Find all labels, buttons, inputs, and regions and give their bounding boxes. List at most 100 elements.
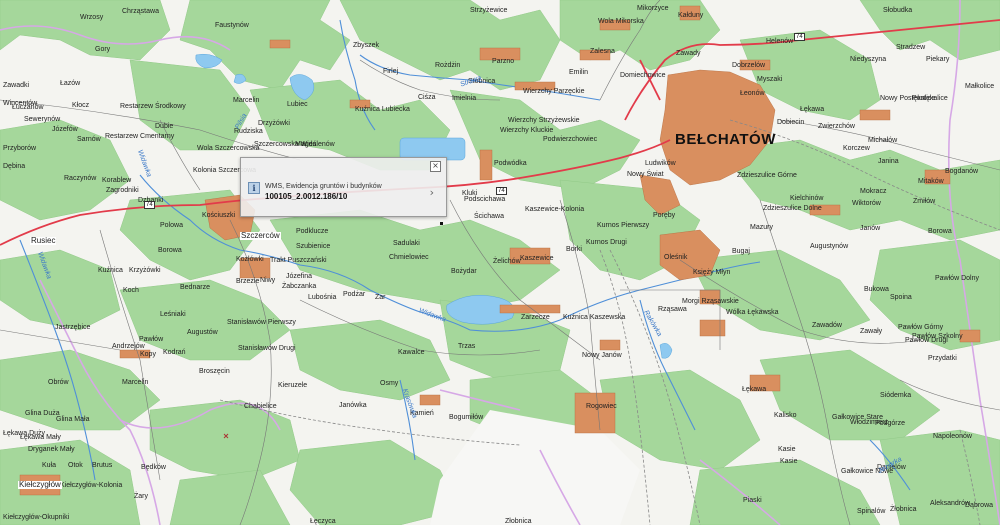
place-label: Emilin: [569, 69, 589, 76]
place-label: Zagrodniki: [106, 187, 139, 194]
place-label: Wierzchy Parzęckie: [523, 88, 585, 95]
place-label: Wola Mikorska: [598, 18, 644, 25]
place-label: Żelichów: [493, 258, 521, 265]
place-label: Kieruzele: [278, 382, 308, 389]
place-label: Wrzosy: [80, 14, 104, 21]
place-label: Zmiłów: [913, 198, 936, 205]
town-label: Rusiec: [30, 236, 57, 245]
place-label: Pawłów Dolny: [935, 275, 979, 282]
place-label: Wólka Łękawska: [726, 309, 779, 316]
place-label: Krzyżówki: [129, 267, 161, 274]
place-label: Dubie: [155, 123, 174, 130]
place-label: Łazów: [60, 80, 81, 87]
place-label: Firlej: [383, 68, 399, 75]
map-view[interactable]: Wrzosy Chrząstawa Faustynów Gory Kuźnica Lub…: [0, 0, 1000, 525]
place-label: Stradzew: [896, 44, 926, 51]
place-label: Żabczanka: [282, 283, 317, 290]
place-label: Kiełczygłów-Okupniki: [3, 514, 70, 521]
place-label: Chabielice: [244, 403, 277, 410]
place-label: Niwy: [260, 277, 276, 284]
place-label: Korablew: [102, 177, 132, 184]
place-label: Faustynów: [215, 22, 249, 29]
place-label: Łękawa: [742, 386, 767, 393]
place-label: Zbyszek: [353, 42, 380, 49]
place-label: Polowa: [160, 222, 183, 229]
place-label: Ciśza: [418, 94, 436, 101]
place-label: Otok: [68, 462, 83, 469]
place-label: Rząsawa: [658, 306, 687, 313]
place-label: Niedyszyna: [850, 56, 887, 63]
place-label: Pawłów Górny: [898, 324, 944, 331]
place-label: Restarzew Cmentarny: [105, 133, 175, 140]
place-label: Kawalce: [398, 349, 425, 356]
place-label: Zdzieszulice Dolne: [763, 205, 822, 212]
place-label: Glina Duża: [25, 410, 60, 417]
place-label: Podwódka: [494, 160, 527, 167]
identify-popup[interactable]: × i WMS, Ewidencja gruntów i budynków 10…: [240, 157, 447, 217]
info-icon: i: [248, 182, 260, 194]
place-label: Żłobnica: [890, 506, 917, 513]
place-label: Księży Młyn: [693, 269, 731, 276]
place-label: Zawadów: [812, 322, 842, 329]
place-label: Michałów: [868, 137, 898, 144]
chevron-right-icon[interactable]: ›: [430, 186, 434, 199]
road-number: 74: [144, 201, 155, 209]
popup-layer-name: WMS, Ewidencja gruntów i budynków: [265, 183, 382, 190]
place-label: Kasie: [780, 458, 798, 465]
place-label: Nowy Świat: [627, 171, 664, 178]
place-label: Kuźnica: [98, 267, 123, 274]
place-label: Ludwików: [645, 160, 676, 167]
place-label: Podżar: [343, 291, 366, 298]
place-label: Stanisławów Drugi: [238, 345, 296, 352]
place-label: Gory: [95, 46, 111, 53]
place-label: Piaski: [743, 497, 762, 504]
place-label: Bożydar: [451, 268, 477, 275]
place-label: Józefina: [286, 273, 313, 280]
place-label: Nowy Janów: [582, 352, 622, 359]
place-label: Kozłówki: [236, 256, 264, 263]
place-label: Obrów: [48, 379, 69, 386]
place-label: Helenów: [766, 38, 794, 45]
place-label: Chmielowiec: [389, 254, 429, 261]
place-label: Bogdanów: [945, 168, 979, 175]
place-label: Brutus: [92, 462, 113, 469]
place-label: Stanisławów Pierwszy: [227, 319, 296, 326]
place-label: Marcelin: [122, 379, 149, 386]
place-label: Kościuszki: [202, 212, 236, 219]
place-label: Zawadki: [3, 82, 30, 89]
place-label: Kłocz: [72, 102, 90, 109]
place-label: Kałduny: [678, 12, 704, 19]
place-label: Zarzecze: [521, 314, 550, 321]
city-label: BEŁCHATÓW: [675, 131, 776, 148]
place-label: Trzas: [458, 343, 476, 350]
place-label: Podscichawa: [464, 196, 506, 203]
place-label: Lubośnia: [308, 294, 337, 301]
place-label: Zwierzchów: [818, 123, 855, 130]
place-label: Mazury: [750, 224, 773, 231]
place-label: Broszęcin: [199, 368, 230, 375]
place-label: Borki: [566, 246, 582, 253]
road-number: 74: [794, 33, 805, 41]
place-label: Myszaki: [757, 76, 783, 83]
popup-parcel-id[interactable]: 100105_2.0012.186/10: [265, 192, 347, 201]
place-label: Słobudka: [883, 7, 913, 14]
place-label: Szubienice: [296, 243, 331, 250]
place-label: Wiktorów: [852, 200, 881, 207]
place-label: Korczew: [843, 145, 870, 152]
place-label: Janina: [878, 158, 899, 165]
close-icon[interactable]: ×: [430, 161, 441, 172]
place-label: Przyborów: [3, 145, 37, 152]
place-label: Łeonów: [740, 90, 765, 97]
place-label: Kiełczygłów-Kolonia: [60, 482, 123, 489]
place-label: Józefów: [52, 126, 78, 133]
place-label: Podkluczе: [296, 228, 329, 235]
place-label: Bogumiłów: [449, 414, 484, 421]
place-label: Parzno: [492, 58, 515, 65]
place-label: Kalisko: [774, 412, 797, 419]
place-label: Zdzieszulice Górne: [737, 172, 797, 179]
place-label: Kuła: [42, 462, 57, 469]
place-label: Pawłów Szkolny: [912, 333, 963, 340]
place-label: Morgi Rząsawskie: [682, 298, 739, 305]
place-label: Imielnia: [452, 95, 477, 102]
place-label: Podgórze: [875, 420, 905, 427]
